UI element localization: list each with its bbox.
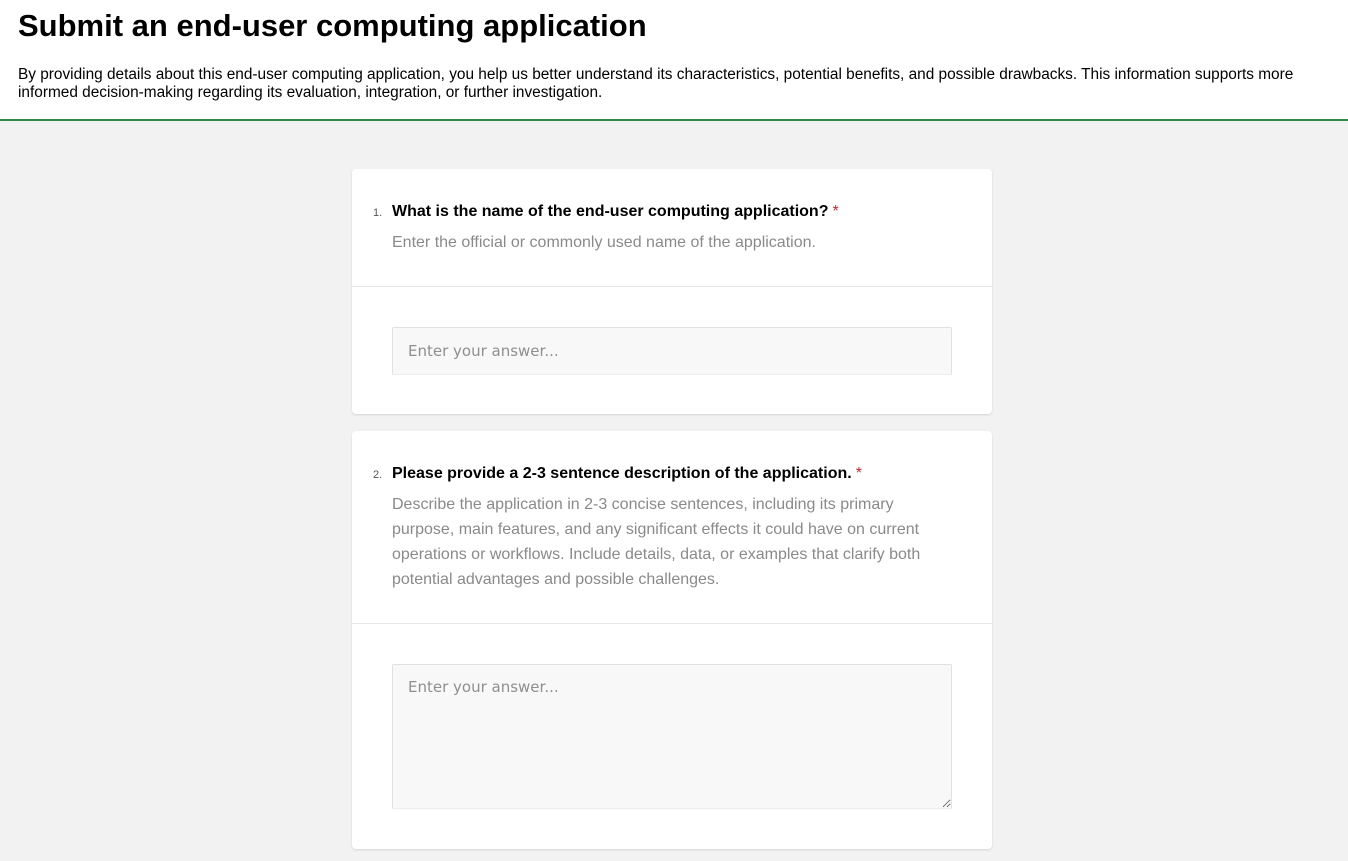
page-title: Submit an end-user computing application: [18, 8, 647, 43]
question-number: 1.: [373, 207, 383, 219]
question-header: 1. What is the name of the end-user comp…: [352, 169, 992, 287]
question-help-text: Enter the official or commonly used name…: [392, 234, 816, 251]
required-asterisk: *: [832, 203, 839, 220]
application-name-input[interactable]: [392, 327, 952, 375]
question-title: Please provide a 2-3 sentence descriptio…: [392, 465, 862, 483]
question-title: What is the name of the end-user computi…: [392, 203, 839, 221]
question-card-1: 1. What is the name of the end-user comp…: [352, 169, 992, 414]
required-asterisk: *: [855, 465, 862, 482]
question-title-text: What is the name of the end-user computi…: [392, 203, 829, 220]
question-title-text: Please provide a 2-3 sentence descriptio…: [392, 465, 852, 482]
application-description-textarea[interactable]: [392, 664, 952, 809]
question-card-2: 2. Please provide a 2-3 sentence descrip…: [352, 431, 992, 849]
form-header: Submit an end-user computing application…: [0, 0, 1348, 121]
question-help-text: Describe the application in 2-3 concise …: [392, 496, 921, 588]
question-header: 2. Please provide a 2-3 sentence descrip…: [352, 431, 992, 624]
question-number: 2.: [373, 469, 383, 481]
form-description: By providing details about this end-user…: [18, 66, 1294, 101]
